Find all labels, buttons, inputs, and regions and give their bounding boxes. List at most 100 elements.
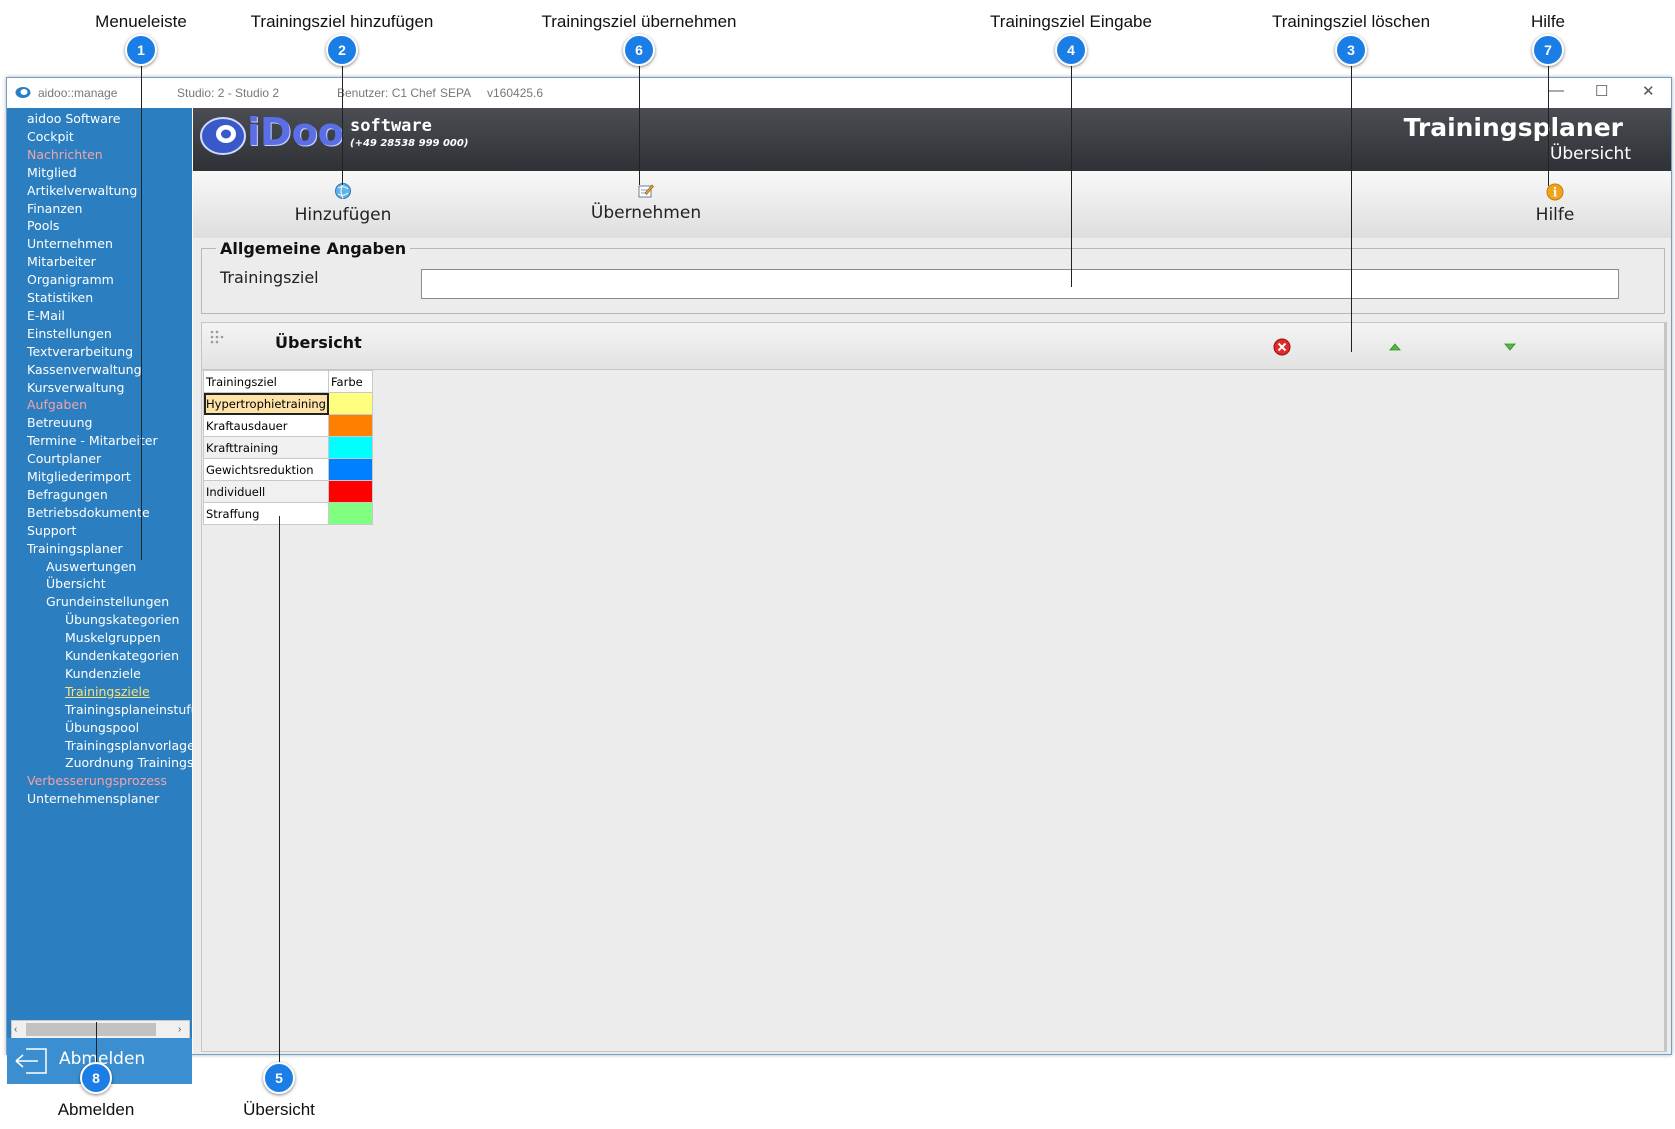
cell-farbe[interactable] <box>328 392 373 415</box>
toolbar: Hinzufügen Übernehmen i Hilfe <box>193 171 1671 239</box>
sidebar-item-einstellungen[interactable]: Einstellungen <box>27 326 112 341</box>
move-up-icon[interactable] <box>1389 343 1401 351</box>
scroll-left-icon[interactable]: ‹ <box>14 1024 17 1035</box>
delete-icon[interactable] <box>1273 338 1291 356</box>
sidebar-item-mitglied[interactable]: Mitglied <box>27 165 77 180</box>
callout-label: Menueleiste <box>95 12 187 31</box>
move-down-icon[interactable] <box>1504 343 1516 351</box>
sidebar-item-unternehmen[interactable]: Unternehmen <box>27 236 113 251</box>
cell-trainingsziel[interactable]: Straffung <box>203 502 329 525</box>
studio-info: Studio: 2 - Studio 2 <box>177 86 280 100</box>
callout-badge: 1 <box>125 34 157 66</box>
callout-label: Übersicht <box>243 1100 315 1119</box>
sidebar-item-trainingsplanvorlagen[interactable]: Trainingsplanvorlagen <box>65 738 192 753</box>
sidebar-item-übersicht[interactable]: Übersicht <box>46 576 106 591</box>
callout-label: Abmelden <box>57 1100 135 1119</box>
aidoo-logo-icon <box>200 117 246 155</box>
sidebar-item-courtplaner[interactable]: Courtplaner <box>27 451 101 466</box>
cell-trainingsziel[interactable]: Gewichtsreduktion <box>203 458 329 481</box>
sidebar-item-zuordnung-trainingsschwerpunkte[interactable]: Zuordnung Trainingsschwerpunkte <box>65 755 192 770</box>
sidebar-item-auswertungen[interactable]: Auswertungen <box>46 559 136 574</box>
minimize-button[interactable]: — <box>1549 82 1564 99</box>
callout-badge: 6 <box>623 34 655 66</box>
scroll-thumb[interactable] <box>26 1023 156 1036</box>
sidebar-item-artikelverwaltung[interactable]: Artikelverwaltung <box>27 183 137 198</box>
horizontal-scrollbar[interactable]: ‹ › <box>11 1020 190 1040</box>
cell-farbe[interactable] <box>328 502 373 525</box>
sidebar-item-aufgaben[interactable]: Aufgaben <box>27 397 87 412</box>
sidebar-item-unternehmensplaner[interactable]: Unternehmensplaner <box>27 791 159 806</box>
scroll-right-icon[interactable]: › <box>178 1024 181 1035</box>
sidebar-item-übungspool[interactable]: Übungspool <box>65 720 139 735</box>
cell-trainingsziel[interactable]: Krafttraining <box>203 436 329 459</box>
sidebar-item-trainingsziele[interactable]: Trainingsziele <box>65 684 150 699</box>
add-label: Hinzufügen <box>294 205 392 225</box>
cell-farbe[interactable] <box>328 480 373 503</box>
sidebar-item-kundenziele[interactable]: Kundenziele <box>65 666 141 681</box>
trainingsziel-field-label: Trainingsziel <box>220 268 319 287</box>
maximize-button[interactable]: ☐ <box>1595 82 1608 100</box>
sidebar-item-betriebsdokumente[interactable]: Betriebsdokumente <box>27 505 150 520</box>
table-header-row: Trainingsziel Farbe <box>203 370 373 393</box>
sidebar-item-verbesserungsprozess[interactable]: Verbesserungsprozess <box>27 773 167 788</box>
general-info-group: Allgemeine Angaben Trainingsziel <box>201 239 1665 314</box>
table-row[interactable]: Krafttraining <box>203 436 373 459</box>
overview-title: Übersicht <box>275 333 362 352</box>
callout-label: Trainingsziel löschen <box>1271 12 1431 31</box>
sidebar-item-pools[interactable]: Pools <box>27 218 59 233</box>
overview-header: Übersicht <box>202 323 1664 370</box>
app-logo-icon <box>15 87 31 98</box>
svg-text:i: i <box>1553 186 1558 200</box>
sidebar-item-textverarbeitung[interactable]: Textverarbeitung <box>27 344 133 359</box>
sidebar-item-kassenverwaltung[interactable]: Kassenverwaltung <box>27 362 142 377</box>
sidebar-item-muskelgruppen[interactable]: Muskelgruppen <box>65 630 161 645</box>
sidebar-item-cockpit[interactable]: Cockpit <box>27 129 74 144</box>
sidebar-item-aidoo-software[interactable]: aidoo Software <box>27 111 120 126</box>
sidebar-item-kursverwaltung[interactable]: Kursverwaltung <box>27 380 124 395</box>
cell-trainingsziel[interactable]: Hypertrophietraining <box>203 392 329 415</box>
cell-farbe[interactable] <box>328 436 373 459</box>
sidebar-item-befragungen[interactable]: Befragungen <box>27 487 108 502</box>
table-row[interactable]: Gewichtsreduktion <box>203 458 373 481</box>
sidebar-item-e-mail[interactable]: E-Mail <box>27 308 65 323</box>
sidebar-item-trainingsplaner[interactable]: Trainingsplaner <box>27 541 123 556</box>
app-window: aidoo::manage Studio: 2 - Studio 2 Benut… <box>6 77 1672 1084</box>
sidebar-item-betreuung[interactable]: Betreuung <box>27 415 92 430</box>
callout-line <box>342 50 343 185</box>
cell-trainingsziel[interactable]: Kraftausdauer <box>203 414 329 437</box>
column-header-farbe[interactable]: Farbe <box>328 370 373 393</box>
sidebar-item-kundenkategorien[interactable]: Kundenkategorien <box>65 648 179 663</box>
apply-edit-icon <box>638 184 654 198</box>
callout-badge: 3 <box>1335 34 1367 66</box>
column-header-trainingsziel[interactable]: Trainingsziel <box>203 370 329 393</box>
cell-trainingsziel[interactable]: Individuell <box>203 480 329 503</box>
logo-software: software <box>350 116 432 136</box>
sidebar-item-mitgliederimport[interactable]: Mitgliederimport <box>27 469 131 484</box>
sidebar-item-statistiken[interactable]: Statistiken <box>27 290 93 305</box>
logout-arrow-icon <box>15 1048 47 1074</box>
sidebar-item-übungskategorien[interactable]: Übungskategorien <box>65 612 179 627</box>
cell-farbe[interactable] <box>328 414 373 437</box>
sidebar-item-nachrichten[interactable]: Nachrichten <box>27 147 103 162</box>
sidebar-item-support[interactable]: Support <box>27 523 76 538</box>
callout-label: Trainingsziel Eingabe <box>990 12 1152 31</box>
trainingsziel-input[interactable] <box>421 269 1619 299</box>
close-window-button[interactable]: ✕ <box>1642 82 1655 100</box>
sidebar-item-organigramm[interactable]: Organigramm <box>27 272 114 287</box>
callout-badge: 5 <box>263 1062 295 1094</box>
sidebar-item-mitarbeiter[interactable]: Mitarbeiter <box>27 254 96 269</box>
sidebar-item-grundeinstellungen[interactable]: Grundeinstellungen <box>46 594 169 609</box>
logo-phone: (+49 28538 999 000) <box>350 138 469 149</box>
table-row[interactable]: Hypertrophietraining <box>203 392 373 415</box>
drag-handle-icon[interactable] <box>209 329 225 345</box>
sidebar-item-trainingsplaneinstufung[interactable]: Trainingsplaneinstufung <box>65 702 192 717</box>
callout-label: Trainingsziel übernehmen <box>541 12 737 31</box>
table-row[interactable]: Individuell <box>203 480 373 503</box>
content-area: Allgemeine Angaben Trainingsziel Übersic… <box>193 238 1671 1054</box>
page-subtitle: Übersicht <box>1549 144 1631 164</box>
cell-farbe[interactable] <box>328 458 373 481</box>
table-row[interactable]: Kraftausdauer <box>203 414 373 437</box>
table-row[interactable]: Straffung <box>203 502 373 525</box>
sidebar-item-finanzen[interactable]: Finanzen <box>27 201 82 216</box>
sidebar-item-termine-mitarbeiter[interactable]: Termine - Mitarbeiter <box>27 433 158 448</box>
